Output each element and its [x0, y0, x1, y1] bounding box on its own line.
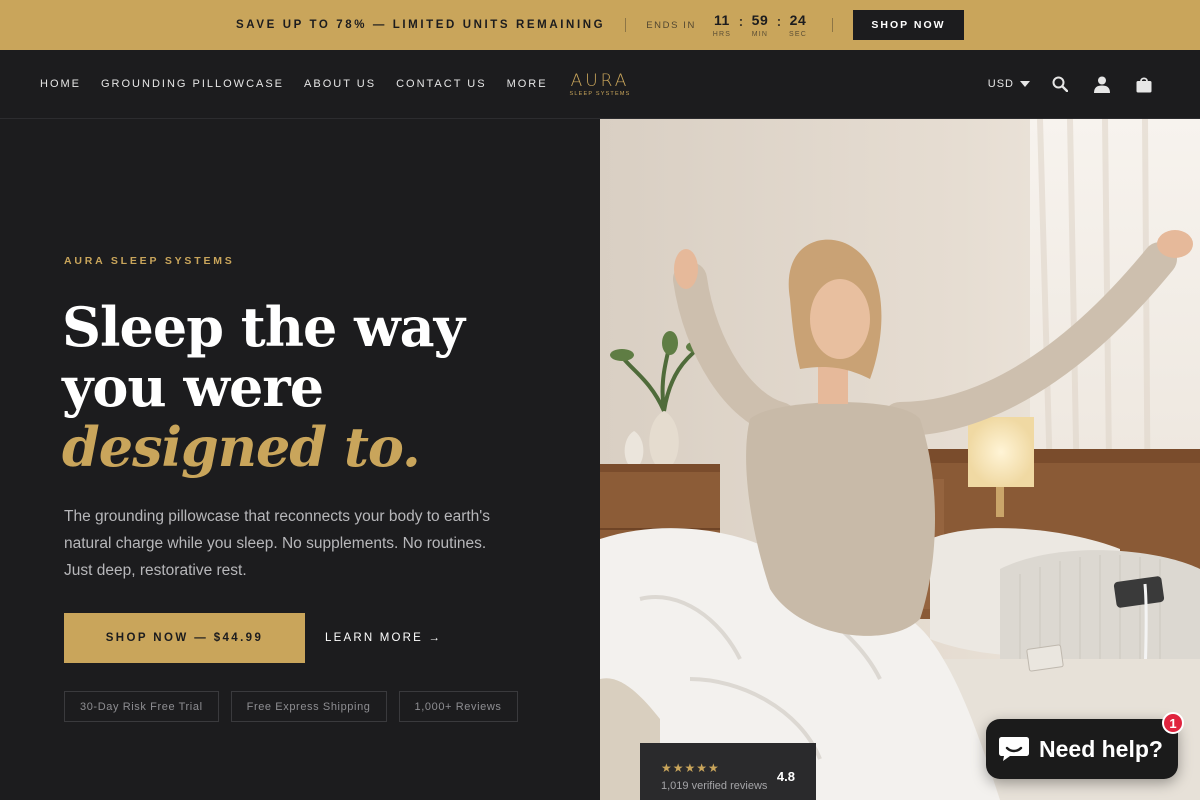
nav-links: HOME GROUNDING PILLOWCASE ABOUT US CONTA…: [40, 50, 548, 118]
rating-card: ★★★★★ 1,019 verified reviews 4.8: [640, 743, 816, 800]
cart-icon[interactable]: [1132, 72, 1156, 96]
countdown-minutes: 59 MIN: [746, 12, 774, 38]
currency-selector[interactable]: USD: [988, 78, 1030, 90]
headline-line-1: Sleep the way: [62, 295, 465, 359]
nav-link-home[interactable]: HOME: [40, 78, 81, 90]
badge-reviews: 1,000+ Reviews: [398, 691, 518, 722]
countdown-seconds-label: SEC: [788, 31, 807, 38]
ends-in-label: ENDS IN: [646, 19, 696, 31]
headline-line-2: you were: [62, 355, 324, 419]
countdown-hours-value: 11: [714, 12, 730, 28]
nav-link-grounding-pillowcase[interactable]: GROUNDING PILLOWCASE: [101, 78, 284, 90]
countdown-minutes-label: MIN: [751, 31, 769, 38]
divider: [831, 18, 833, 32]
promo-text: SAVE UP TO 78% — LIMITED UNITS REMAINING: [236, 19, 606, 31]
site-logo[interactable]: AURA SLEEP SYSTEMS: [565, 72, 635, 97]
countdown-hours-label: HRS: [712, 31, 732, 38]
chat-label: Need help?: [1039, 735, 1163, 762]
hero-image: [600, 119, 1200, 800]
hero-headline: Sleep the way you were designed to.: [62, 295, 465, 479]
hero-eyebrow: AURA SLEEP SYSTEMS: [64, 255, 235, 267]
rating-score: 4.8: [776, 769, 795, 784]
divider: [625, 18, 627, 32]
nav-link-more[interactable]: MORE: [507, 78, 548, 90]
currency-value: USD: [987, 78, 1014, 90]
nav-link-about-us[interactable]: ABOUT US: [304, 78, 376, 90]
logo-tagline: SLEEP SYSTEMS: [569, 91, 631, 97]
chat-bubble-icon: [999, 737, 1029, 761]
shop-now-button[interactable]: SHOP NOW — $44.99: [64, 613, 305, 663]
headline-accent: designed to.: [62, 415, 421, 479]
announcement-shop-now-button[interactable]: SHOP NOW: [852, 10, 964, 40]
chevron-down-icon: [1020, 81, 1030, 87]
hero-subcopy: The grounding pillowcase that reconnects…: [64, 508, 491, 579]
learn-more-link[interactable]: LEARN MORE →: [325, 613, 442, 663]
countdown-timer: 11 HRS : 59 MIN : 24 SEC: [708, 12, 812, 38]
search-icon[interactable]: [1048, 72, 1072, 96]
account-icon[interactable]: [1090, 72, 1114, 96]
badge-shipping: Free Express Shipping: [230, 691, 387, 722]
hero-photo-illustration: [600, 119, 1200, 800]
hero-content: AURA SLEEP SYSTEMS Sleep the way you wer…: [0, 119, 600, 800]
chat-widget-button[interactable]: Need help?: [986, 719, 1178, 779]
announcement-bar: SAVE UP TO 78% — LIMITED UNITS REMAINING…: [0, 0, 1200, 50]
countdown-seconds-value: 24: [789, 12, 807, 28]
main-navigation: HOME GROUNDING PILLOWCASE ABOUT US CONTA…: [0, 50, 1200, 119]
countdown-colon: :: [738, 13, 744, 29]
countdown-seconds: 24 SEC: [784, 12, 812, 38]
countdown-hours: 11 HRS: [708, 12, 736, 38]
nav-utilities: USD: [988, 50, 1156, 118]
trust-badges: 30-Day Risk Free Trial Free Express Ship…: [64, 691, 518, 722]
nav-link-contact-us[interactable]: CONTACT US: [396, 78, 487, 90]
badge-trial: 30-Day Risk Free Trial: [64, 691, 219, 722]
countdown-colon: :: [776, 13, 782, 29]
chat-notification-badge: 1: [1162, 712, 1184, 734]
countdown-minutes-value: 59: [751, 12, 769, 28]
logo-wordmark: AURA: [570, 71, 630, 91]
